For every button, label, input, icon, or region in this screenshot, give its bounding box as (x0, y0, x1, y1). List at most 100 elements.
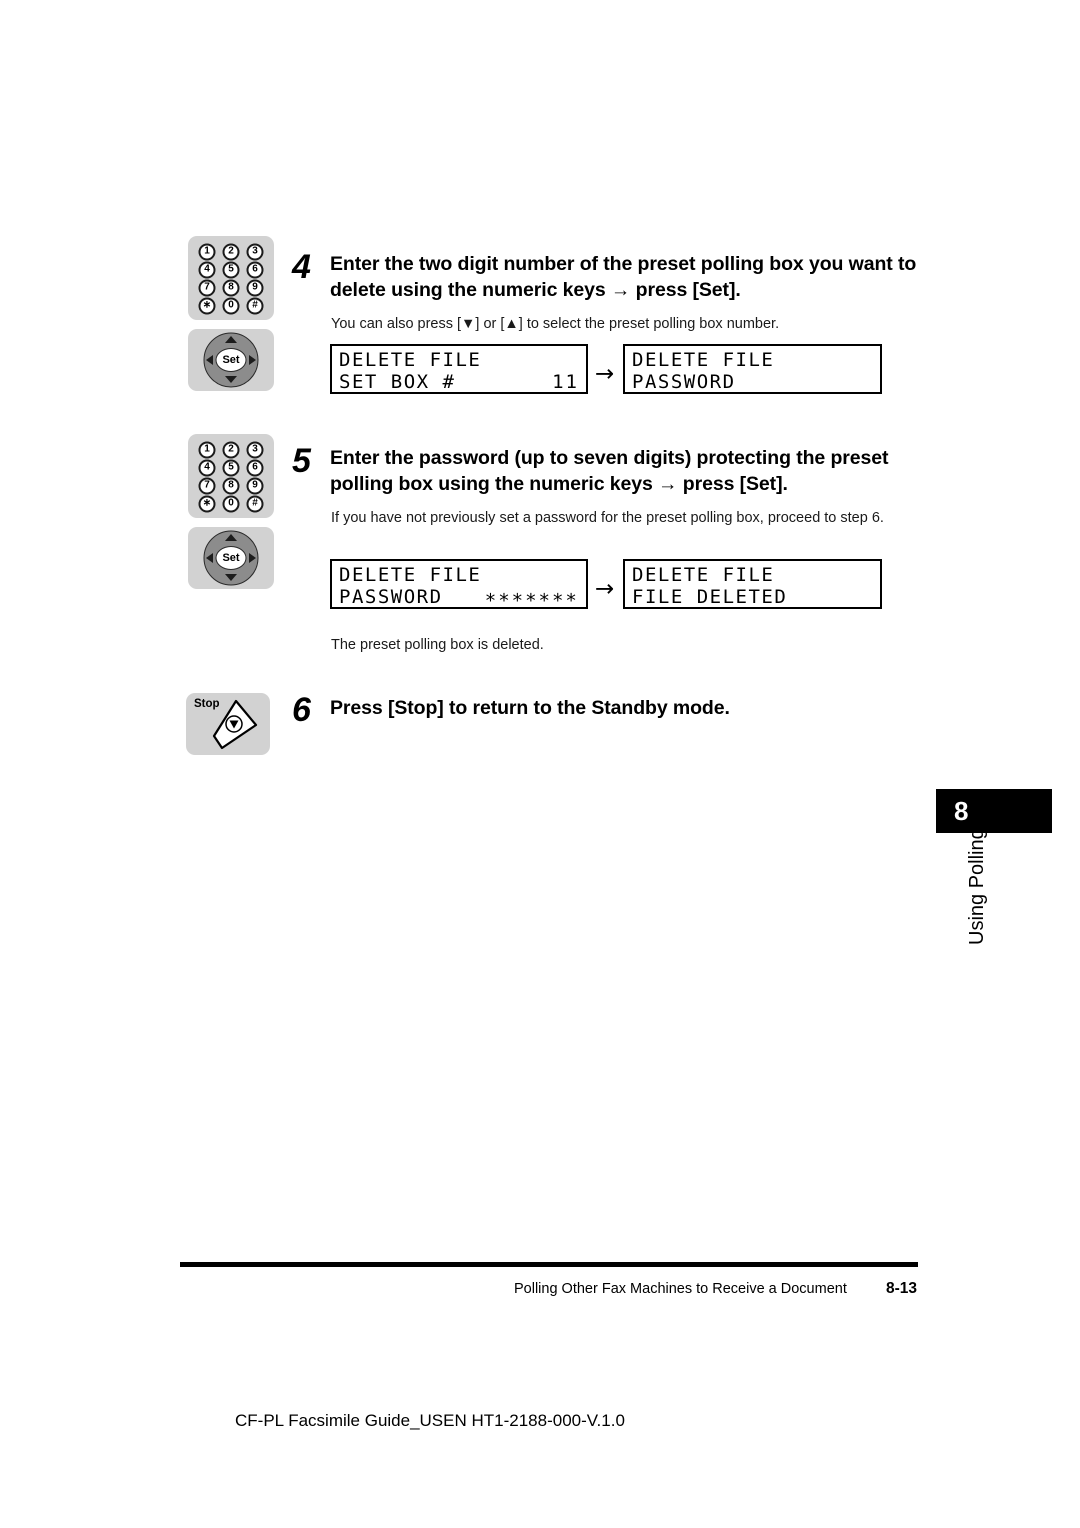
dpad-down-arrow-icon (225, 574, 237, 581)
keypad-key-label: 0 (222, 495, 240, 512)
lcd-display-step5-before: DELETE FILE PASSWORD ∗∗∗∗∗∗∗ (330, 559, 588, 609)
keypad-key-label: ∗ (198, 495, 216, 512)
keypad-key: 8 (221, 279, 241, 296)
step-note-5: If you have not previously set a passwor… (331, 510, 884, 526)
manual-page: 1 2 3 4 5 6 7 8 9 ∗ 0 # Set 4 Enter the … (0, 0, 1080, 1528)
keypad-key-label: 4 (198, 459, 216, 476)
keypad-key: 6 (245, 459, 265, 476)
lcd-text: DELETE FILE (339, 349, 482, 371)
footer-section-title: Polling Other Fax Machines to Receive a … (514, 1281, 847, 1297)
keypad-key: # (245, 495, 265, 512)
step-note-4: You can also press [▼] or [▲] to select … (331, 316, 780, 332)
keypad-key-label: 5 (222, 459, 240, 476)
lcd-line-1: DELETE FILE (339, 564, 579, 586)
lcd-value: 11 (552, 371, 579, 393)
keypad-key: 0 (221, 297, 241, 314)
keypad-key: 7 (197, 477, 217, 494)
keypad-key-label: # (246, 495, 264, 512)
stop-button-icon-step6: Stop (186, 693, 270, 755)
lcd-line-2: SET BOX # 11 (339, 371, 579, 393)
lcd-text: FILE DELETED (632, 586, 788, 608)
lcd-text: PASSWORD (632, 371, 736, 393)
lcd-line-1: DELETE FILE (632, 564, 873, 586)
step-number-5: 5 (292, 442, 311, 480)
lcd-display-step4-after: DELETE FILE PASSWORD (623, 344, 882, 394)
document-caption: CF-PL Facsimile Guide_USEN HT1-2188-000-… (235, 1411, 625, 1430)
lcd-text: DELETE FILE (339, 564, 482, 586)
dpad-down-arrow-icon (225, 376, 237, 383)
step-number-4: 4 (292, 248, 311, 286)
footer-divider (180, 1262, 918, 1267)
lcd-line-2: FILE DELETED (632, 586, 873, 608)
lcd-text: DELETE FILE (632, 349, 775, 371)
dpad-left-arrow-icon (206, 553, 213, 563)
dpad-right-arrow-icon (249, 553, 256, 563)
lcd-line-1: DELETE FILE (632, 349, 873, 371)
lcd-text: PASSWORD (339, 586, 443, 608)
lcd-password-masked: ∗∗∗∗∗∗∗ (484, 586, 579, 608)
lcd-display-step5-after: DELETE FILE FILE DELETED (623, 559, 882, 609)
keypad-key: 9 (245, 477, 265, 494)
keypad-key: 1 (197, 441, 217, 458)
step-number-6: 6 (292, 691, 311, 729)
keypad-key-label: 7 (198, 477, 216, 494)
keypad-key: 5 (221, 261, 241, 278)
set-dpad-icon-step5: Set (188, 527, 274, 589)
stop-key-shape-icon (212, 699, 258, 750)
step-caption-5: The preset polling box is deleted. (331, 637, 544, 653)
lcd-line-2: PASSWORD (632, 371, 873, 393)
lcd-text: SET BOX # (339, 371, 456, 393)
keypad-key-label: # (246, 297, 264, 314)
keypad-key: 9 (245, 279, 265, 296)
dpad-left-arrow-icon (206, 355, 213, 365)
keypad-key: # (245, 297, 265, 314)
keypad-key-label: 8 (222, 279, 240, 296)
chapter-label: Using Polling (966, 828, 988, 945)
numeric-keypad-icon-step5: 1 2 3 4 5 6 7 8 9 ∗ 0 # (188, 434, 274, 518)
keypad-key-label: 6 (246, 459, 264, 476)
set-key-label: Set (215, 348, 247, 372)
transition-arrow-icon-step4: → (595, 361, 615, 387)
chapter-tab: 8 (936, 789, 1052, 833)
keypad-key: 7 (197, 279, 217, 296)
set-key-label: Set (215, 546, 247, 570)
step-title-6: Press [Stop] to return to the Standby mo… (330, 697, 730, 719)
step-title-5: Enter the password (up to seven digits) … (330, 447, 889, 495)
keypad-key-label: 7 (198, 279, 216, 296)
numeric-keypad-icon-step4: 1 2 3 4 5 6 7 8 9 ∗ 0 # (188, 236, 274, 320)
keypad-key-label: 3 (246, 441, 264, 458)
footer-page-number: 8-13 (886, 1280, 918, 1297)
chapter-number: 8 (954, 795, 969, 826)
step-title-4: Enter the two digit number of the preset… (330, 253, 917, 301)
lcd-text: DELETE FILE (632, 564, 775, 586)
keypad-key-label: 5 (222, 261, 240, 278)
keypad-key-label: 2 (222, 441, 240, 458)
keypad-key-label: 9 (246, 279, 264, 296)
keypad-key: 3 (245, 441, 265, 458)
keypad-key: 4 (197, 261, 217, 278)
set-dpad-icon-step4: Set (188, 329, 274, 391)
keypad-key: 1 (197, 243, 217, 260)
keypad-key: ∗ (197, 297, 217, 314)
keypad-key-label: 2 (222, 243, 240, 260)
keypad-key: 5 (221, 459, 241, 476)
keypad-key-label: 8 (222, 477, 240, 494)
keypad-key: 2 (221, 441, 241, 458)
keypad-key-label: 4 (198, 261, 216, 278)
transition-arrow-icon-step5: → (595, 576, 615, 602)
dpad-up-arrow-icon (225, 534, 237, 541)
keypad-key-label: ∗ (198, 297, 216, 314)
keypad-key: 6 (245, 261, 265, 278)
keypad-key-label: 1 (198, 243, 216, 260)
keypad-key: 3 (245, 243, 265, 260)
keypad-key-label: 1 (198, 441, 216, 458)
keypad-key: 4 (197, 459, 217, 476)
dpad-up-arrow-icon (225, 336, 237, 343)
keypad-key-label: 3 (246, 243, 264, 260)
keypad-key-label: 9 (246, 477, 264, 494)
lcd-line-2: PASSWORD ∗∗∗∗∗∗∗ (339, 586, 579, 608)
dpad-right-arrow-icon (249, 355, 256, 365)
keypad-key: ∗ (197, 495, 217, 512)
keypad-key: 0 (221, 495, 241, 512)
lcd-line-1: DELETE FILE (339, 349, 579, 371)
